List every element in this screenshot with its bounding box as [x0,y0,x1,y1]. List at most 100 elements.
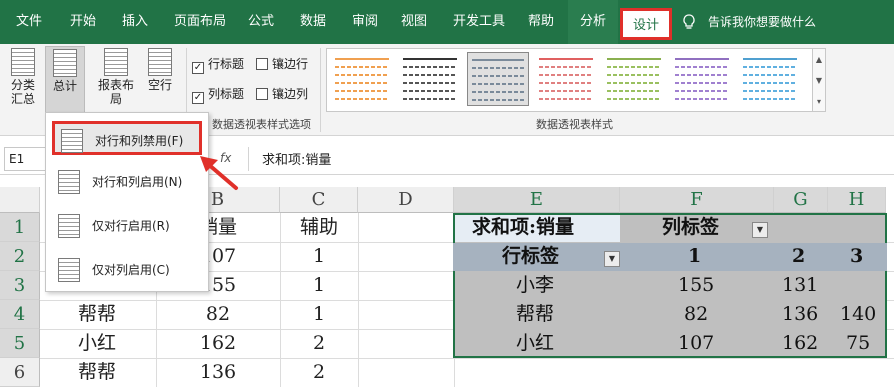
tab-file[interactable]: 文件 [16,0,42,44]
report-layout-button[interactable]: 报表布局 [94,48,138,112]
pivot-row-name[interactable]: 小红 [516,329,554,358]
grand-totals-button[interactable]: 总计 [45,46,85,114]
pivot-style-tile-purple[interactable] [671,52,733,106]
tab-view[interactable]: 视图 [401,0,427,44]
checkbox-checked-icon: ✓ [192,62,204,74]
banded-columns-label: 镶边列 [272,87,309,101]
checkbox-unchecked-icon [256,88,268,100]
cell-a4[interactable]: 帮帮 [78,300,116,329]
report-layout-label: 报表布局 [97,78,134,106]
chevron-up-icon[interactable]: ▲ [813,49,825,70]
pivot-row-name[interactable]: 帮帮 [516,300,554,329]
gallery-more-icon[interactable]: ▾ [813,91,825,112]
select-all-corner[interactable] [0,187,40,213]
row-header-1[interactable]: 1 [0,213,40,242]
pivot-value[interactable]: 82 [684,300,708,329]
pivot-style-gallery[interactable] [326,48,816,112]
blank-rows-button[interactable]: 空行 [142,48,178,112]
cell-c5[interactable]: 2 [280,329,358,358]
column-header-g[interactable]: G [774,187,828,213]
menu-item-label: 仅对列启用(C) [92,263,170,277]
column-header-f[interactable]: F [620,187,774,213]
checkbox-unchecked-icon [256,58,268,70]
subtotals-icon [11,48,35,76]
column-header-d[interactable]: D [358,187,454,213]
cell-b6[interactable]: 136 [156,358,280,387]
column-header-h[interactable]: H [828,187,886,213]
subtotals-button[interactable]: 分类汇总 [4,48,42,112]
banded-rows-checkbox[interactable]: 镶边行 [256,56,308,72]
cell-a6[interactable]: 帮帮 [78,358,116,387]
column-headers-checkbox[interactable]: ✓ 列标题 [192,86,245,104]
row-headers-checkbox[interactable]: ✓ 行标题 [192,56,244,74]
row-header-3[interactable]: 3 [0,271,40,300]
tab-developer[interactable]: 开发工具 [453,0,505,44]
cell-b4[interactable]: 82 [156,300,280,329]
pivot-value[interactable]: 131 [782,271,818,300]
row-header-2[interactable]: 2 [0,242,40,271]
tab-page-layout[interactable]: 页面布局 [174,0,226,44]
pivot-style-tile-blue[interactable] [739,52,801,106]
tab-data[interactable]: 数据 [300,0,326,44]
tab-review[interactable]: 审阅 [352,0,378,44]
pivot-style-tile-orange[interactable] [331,52,393,106]
menu-item-label: 对行和列禁用(F) [95,134,184,148]
banded-columns-checkbox[interactable]: 镶边列 [256,86,308,102]
cell-c2[interactable]: 1 [280,242,358,271]
pivot-row-labels[interactable]: 行标签 [502,242,559,271]
menu-item-label: 仅对行启用(R) [92,219,170,233]
pivot-col-key-3[interactable]: 3 [850,242,863,271]
chevron-down-icon[interactable]: ▼ [813,70,825,91]
pivot-style-tile-red[interactable] [535,52,597,106]
pivot-value[interactable]: 107 [678,329,714,358]
cell-c1[interactable]: 辅助 [280,213,358,242]
pivot-value[interactable]: 136 [782,300,818,329]
cell-c6[interactable]: 2 [280,358,358,387]
ribbon-separator [320,48,321,132]
tab-home[interactable]: 开始 [70,0,96,44]
grid-layout-icon [58,258,80,282]
row-filter-dropdown-icon[interactable]: ▼ [604,251,620,267]
tab-help[interactable]: 帮助 [528,0,554,44]
pivot-value[interactable]: 155 [678,271,714,300]
cell-b5[interactable]: 162 [156,329,280,358]
pivot-col-key-1[interactable]: 1 [688,242,701,271]
menu-item-on-columns-only[interactable]: 仅对列启用(C) [52,253,202,287]
pivot-style-tile-dark[interactable] [399,52,461,106]
gallery-scrollbar[interactable]: ▲ ▼ ▾ [812,48,826,112]
cell-a5[interactable]: 小红 [78,329,116,358]
ribbon-tab-bar: 文件 开始 插入 页面布局 公式 数据 审阅 视图 开发工具 帮助 分析 设计 … [0,0,894,44]
pivot-column-labels[interactable]: 列标签 [662,213,719,242]
row-header-4[interactable]: 4 [0,300,40,329]
tell-me-search[interactable]: 告诉我你想要做什么 [708,0,816,44]
formula-separator [248,147,249,171]
formula-input[interactable]: 求和项:销量 [262,149,331,168]
pivot-value-field[interactable]: 求和项:销量 [472,213,574,242]
grand-totals-menu: 对行和列禁用(F) 对行和列启用(N) 仅对行启用(R) 仅对列启用(C) [45,112,209,292]
pivot-value[interactable]: 140 [840,300,876,329]
tab-insert[interactable]: 插入 [122,0,148,44]
tab-analyze[interactable]: 分析 [568,0,619,44]
pivot-value[interactable]: 162 [782,329,818,358]
row-header-6[interactable]: 6 [0,358,40,387]
pivot-style-tile-green[interactable] [603,52,665,106]
column-header-e[interactable]: E [454,187,620,213]
tab-design[interactable]: 设计 [620,8,673,40]
cell-c3[interactable]: 1 [280,271,358,300]
menu-item-off-rows-columns[interactable]: 对行和列禁用(F) [52,121,202,155]
checkbox-checked-icon: ✓ [192,92,204,104]
pivot-style-tile-gray-selected[interactable] [467,52,529,106]
grand-totals-icon [53,49,77,77]
tab-formulas[interactable]: 公式 [248,0,274,44]
menu-item-on-rows-only[interactable]: 仅对行启用(R) [52,209,202,243]
column-filter-dropdown-icon[interactable]: ▼ [752,222,768,238]
column-header-c[interactable]: C [280,187,358,213]
column-headers-label: 列标题 [208,87,245,101]
menu-item-on-rows-columns[interactable]: 对行和列启用(N) [52,165,202,199]
pivot-col-key-2[interactable]: 2 [792,242,805,271]
row-header-5[interactable]: 5 [0,329,40,358]
pivot-row-name[interactable]: 小李 [516,271,554,300]
annotation-arrow-icon [200,156,238,190]
pivot-value[interactable]: 75 [846,329,870,358]
cell-c4[interactable]: 1 [280,300,358,329]
